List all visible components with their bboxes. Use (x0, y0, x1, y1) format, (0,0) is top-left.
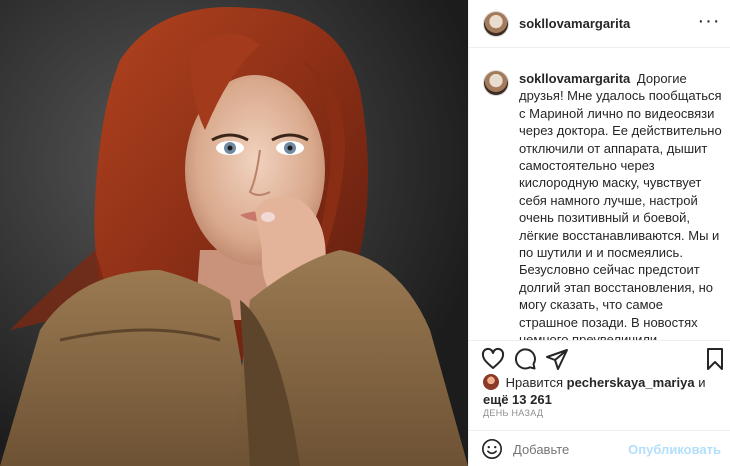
paper-plane-icon[interactable] (545, 347, 569, 371)
author-avatar[interactable] (483, 11, 509, 37)
likes-summary: Нравится pecherskaya_mariya и ещё 13 261 (483, 374, 723, 408)
post-sidebar: sokllovamargarita ··· sokllovamargarita … (468, 0, 730, 466)
comment-box: Опубликовать (469, 430, 730, 466)
post-header: sokllovamargarita ··· (469, 0, 730, 48)
action-bar (469, 340, 730, 378)
author-username[interactable]: sokllovamargarita (519, 16, 630, 31)
smiley-icon[interactable] (481, 438, 503, 460)
caption-username[interactable]: sokllovamargarita (519, 71, 630, 86)
caption-avatar[interactable] (483, 70, 509, 96)
liker-avatar[interactable] (483, 374, 499, 390)
portrait-illustration (0, 0, 468, 466)
heart-icon[interactable] (481, 347, 505, 371)
likes-and: и (698, 375, 706, 390)
post-timestamp[interactable]: ДЕНЬ НАЗАД (483, 408, 543, 418)
likes-prefix: Нравится (505, 375, 563, 390)
publish-button[interactable]: Опубликовать (628, 442, 721, 457)
post-caption: sokllovamargarita Дорогие друзья! Мне уд… (519, 70, 724, 340)
caption-text: Дорогие друзья! Мне удалось пообщаться с… (519, 71, 722, 340)
bookmark-icon[interactable] (703, 347, 727, 371)
likes-count[interactable]: ещё 13 261 (483, 392, 552, 407)
more-options-icon[interactable]: ··· (697, 11, 721, 36)
comment-icon[interactable] (513, 347, 537, 371)
liker-username[interactable]: pecherskaya_mariya (567, 375, 695, 390)
post-photo[interactable] (0, 0, 468, 466)
comment-input[interactable] (513, 442, 633, 457)
caption-area: sokllovamargarita Дорогие друзья! Мне уд… (469, 56, 730, 340)
